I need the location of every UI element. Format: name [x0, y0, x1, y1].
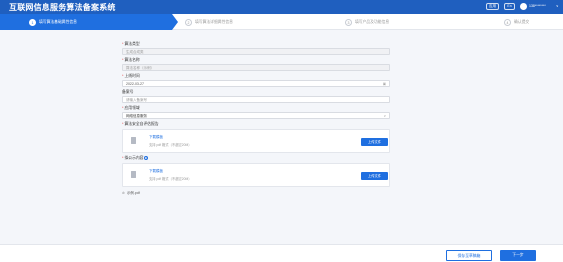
download-template-link[interactable]: 下载模板 — [149, 169, 163, 174]
avatar[interactable] — [520, 3, 527, 10]
active-step-highlight — [0, 14, 178, 30]
step-4: 4 确认提交 — [504, 18, 529, 26]
paperclip-icon: ⊘ — [122, 191, 125, 195]
disclosure-upload: 下载模板 支持 pdf 格式（不超过20M） 上传文件 — [122, 163, 390, 187]
app-field-select[interactable]: 网络信息服务 ∨ — [122, 112, 390, 119]
help-icon[interactable]: ? — [144, 156, 149, 160]
self-assess-label: *算法安全自评估报告 — [122, 122, 159, 126]
app-title: 互联网信息服务算法备案系统 — [9, 3, 116, 12]
algo-name-label: *算法名称 — [122, 58, 140, 62]
basic-info-form: *算法类型 生成合成类 *算法名称 算法名称（示例） *上线时间 2022-03… — [118, 36, 394, 236]
self-assess-upload: 下载模板 支持 pdf 格式（不超过20M） 上传文件 — [122, 129, 390, 153]
language-button[interactable]: En — [504, 3, 515, 10]
step-number: 4 — [504, 18, 511, 26]
app-field-label: *应用领域 — [122, 106, 140, 110]
step-label: 填写算法基础属性信息 — [39, 19, 77, 24]
header-button[interactable]: 应用 — [486, 3, 499, 10]
save-draft-button[interactable]: 保存至草稿箱 — [446, 250, 492, 261]
download-template-link[interactable]: 下载模板 — [149, 135, 163, 140]
step-label: 填写产品及功能信息 — [355, 19, 390, 24]
step-number: 2 — [185, 18, 192, 26]
algo-type-field: 生成合成类 — [122, 48, 390, 55]
online-time-picker[interactable]: 2022-03-27 ▣ — [122, 80, 390, 87]
upload-button[interactable]: 上传文件 — [361, 138, 388, 146]
footer-actions: 保存至草稿箱 下一步 — [0, 244, 563, 262]
upload-hint: 支持 pdf 格式（不超过20M） — [149, 177, 192, 181]
step-label: 填写算法详细属性信息 — [195, 19, 233, 24]
app-header: 互联网信息服务算法备案系统 应用 En 138******** ∨ — [0, 0, 563, 14]
step-number: 1 — [29, 18, 36, 26]
next-button[interactable]: 下一步 — [500, 250, 536, 261]
step-2: 2 填写算法详细属性信息 — [185, 18, 233, 26]
step-3: 3 填写产品及功能信息 — [345, 18, 389, 26]
step-1: 1 填写算法基础属性信息 — [29, 18, 77, 26]
upload-button[interactable]: 上传文件 — [361, 172, 388, 180]
disclosure-label: *拟公示内容? — [122, 156, 149, 160]
chevron-down-icon[interactable]: ∨ — [556, 4, 559, 8]
algo-type-label: *算法类型 — [122, 42, 140, 46]
chevron-down-icon: ∨ — [383, 114, 386, 118]
calendar-icon: ▣ — [382, 82, 386, 86]
user-name[interactable]: 138******** — [529, 4, 546, 8]
app-field-value: 网络信息服务 — [126, 114, 147, 118]
file-icon — [131, 171, 136, 178]
algo-name-field: 算法名称（示例） — [122, 64, 390, 71]
upload-hint: 支持 pdf 格式（不超过20M） — [149, 143, 192, 147]
online-time-value: 2022-03-27 — [126, 82, 144, 86]
attached-file[interactable]: ⊘ 示例.pdf — [122, 191, 140, 196]
step-progress-bar: 1 填写算法基础属性信息 2 填写算法详细属性信息 3 填写产品及功能信息 4 … — [0, 14, 563, 30]
file-icon — [131, 137, 136, 144]
filing-no-label: 备案号 — [122, 90, 134, 94]
step-number: 3 — [345, 18, 352, 26]
step-label: 确认提交 — [514, 19, 530, 24]
online-time-label: *上线时间 — [122, 74, 140, 78]
filing-no-input[interactable]: 请输入备案号 — [122, 96, 390, 103]
